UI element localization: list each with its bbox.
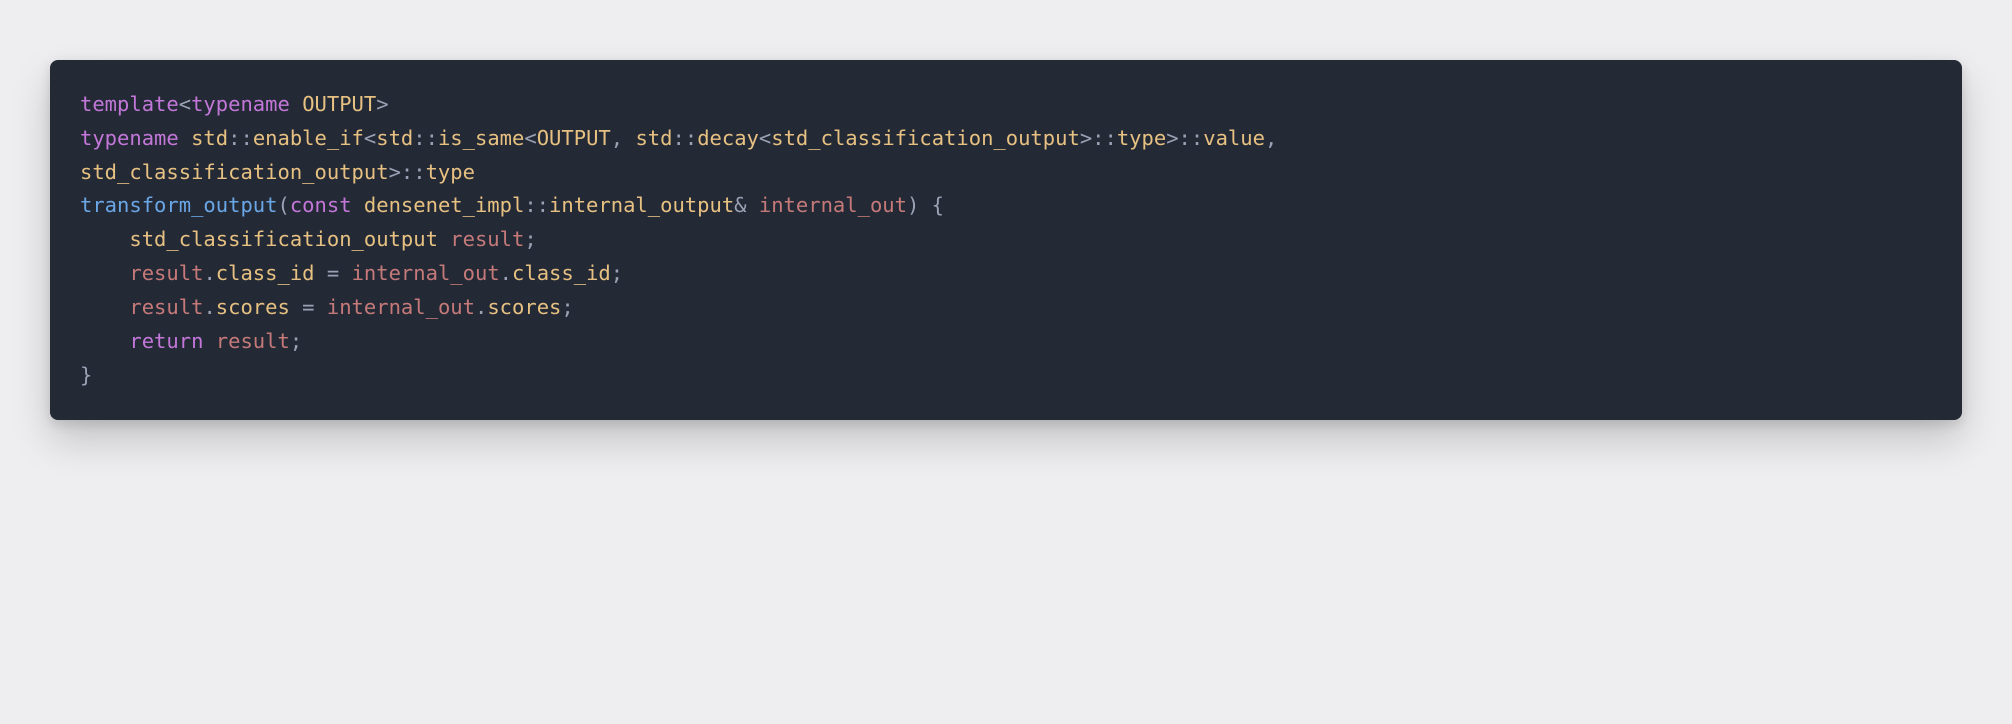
tok-punc: < [524,126,536,150]
tok-keyword: template [80,92,179,116]
tok-type: enable_if [253,126,364,150]
page-wrap: template<typename OUTPUT> typename std::… [0,0,2012,480]
tok-type: internal_output [549,193,734,217]
tok-punc: :: [673,126,698,150]
tok-indent [80,261,129,285]
tok-type: class_id [216,261,315,285]
tok-punc: . [500,261,512,285]
tok-punc: ; [290,329,302,353]
tok-keyword: const [290,193,352,217]
tok-punc: . [203,261,215,285]
tok-punc: < [759,126,771,150]
tok-var: internal_out [327,295,475,319]
tok-space [438,227,450,251]
tok-space [290,92,302,116]
tok-indent [80,295,129,319]
code-block: template<typename OUTPUT> typename std::… [50,60,1962,420]
tok-indent [80,227,129,251]
tok-fn: transform_output [80,193,277,217]
tok-type: decay [697,126,759,150]
tok-type: class_id [512,261,611,285]
tok-punc: :: [228,126,253,150]
tok-punc: > [376,92,388,116]
tok-type: std_classification_output [129,227,438,251]
tok-type: type [1117,126,1166,150]
tok-space [203,329,215,353]
code-line: result.class_id = internal_out.class_id; [80,261,623,285]
tok-punc: = [315,261,352,285]
tok-punc: , [611,126,636,150]
tok-type: std [191,126,228,150]
tok-punc: = [290,295,327,319]
tok-type: std [635,126,672,150]
tok-type: std_classification_output [771,126,1080,150]
tok-punc: ) { [907,193,944,217]
tok-var: result [129,261,203,285]
tok-type: densenet_impl [364,193,524,217]
tok-punc: :: [524,193,549,217]
code-line: transform_output(const densenet_impl::in… [80,193,944,217]
tok-space [352,193,364,217]
code-line: } [80,363,92,387]
tok-type: OUTPUT [302,92,376,116]
tok-var: result [216,329,290,353]
code-line: std_classification_output>::type [80,160,475,184]
code-line: return result; [80,329,302,353]
tok-type: is_same [438,126,524,150]
tok-type: value [1203,126,1265,150]
tok-type: type [426,160,475,184]
tok-keyword: return [129,329,203,353]
tok-punc: ; [524,227,536,251]
code-line: std_classification_output result; [80,227,537,251]
tok-keyword: typename [80,126,179,150]
tok-type: std [376,126,413,150]
tok-type: std_classification_output [80,160,389,184]
tok-punc: } [80,363,92,387]
tok-punc: ; [561,295,573,319]
tok-punc: ; [611,261,623,285]
tok-type: scores [216,295,290,319]
code-line: template<typename OUTPUT> [80,92,389,116]
code-line: typename std::enable_if<std::is_same<OUT… [80,126,1277,150]
tok-punc: >:: [1166,126,1203,150]
code-line: result.scores = internal_out.scores; [80,295,574,319]
tok-space [179,126,191,150]
tok-punc: . [475,295,487,319]
tok-indent [80,329,129,353]
tok-punc: ( [277,193,289,217]
tok-punc: >:: [389,160,426,184]
tok-punc: < [364,126,376,150]
tok-punc: . [203,295,215,319]
tok-punc: < [179,92,191,116]
tok-punc: , [1265,126,1277,150]
tok-punc: >:: [1080,126,1117,150]
tok-punc: :: [413,126,438,150]
tok-punc: & [734,193,759,217]
tok-var: result [450,227,524,251]
tok-var: result [129,295,203,319]
tok-type: OUTPUT [537,126,611,150]
tok-keyword: typename [191,92,290,116]
tok-var: internal_out [352,261,500,285]
tok-type: scores [487,295,561,319]
tok-var: internal_out [759,193,907,217]
